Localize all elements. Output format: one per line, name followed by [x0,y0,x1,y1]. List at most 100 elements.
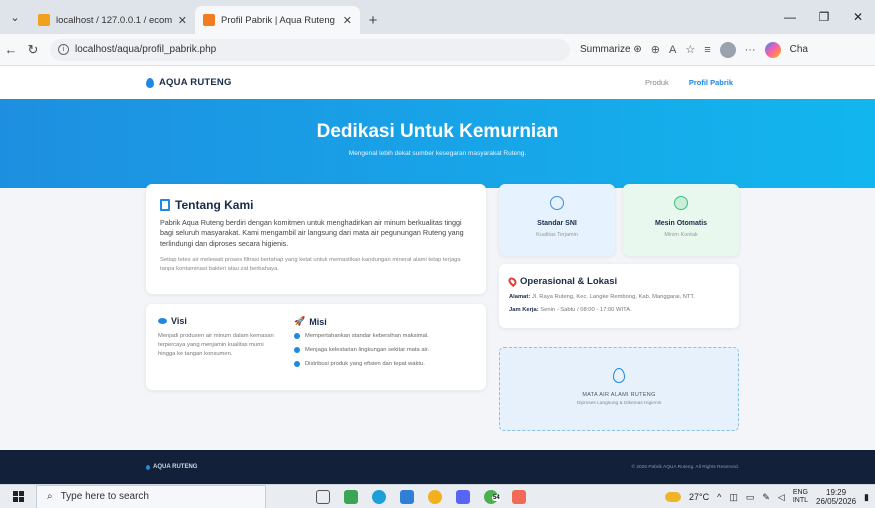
weather-icon[interactable] [664,492,681,502]
minimize-icon[interactable]: — [773,0,807,34]
footer-copyright: © 2026 Pabrik AQUA Ruteng. All Rights Re… [631,465,739,470]
rocket-icon: 🚀 [294,316,306,326]
site-favicon-icon [203,14,215,26]
mission-section: 🚀 Misi Mempertahankan standar kebersihan… [294,316,479,375]
vscode-icon[interactable] [400,489,414,504]
window-controls: — ❐ ✕ [773,0,875,34]
phpmyadmin-icon [38,14,50,26]
nav-links: Produk Profil Pabrik [645,78,733,87]
about-title: Tentang Kami [160,198,472,212]
about-paragraph: Pabrik Aqua Ruteng berdiri dengan komitm… [160,218,464,248]
site-brand[interactable]: AQUA RUTENG [146,77,232,88]
reload-icon[interactable]: ↻ [22,42,44,58]
notification-icon[interactable]: ▮ [864,492,869,503]
language-primary: ENG [792,488,808,496]
feature-subtitle: Minim Kontak [664,232,698,238]
summarize-button[interactable]: Summarize ⊛ [580,44,642,55]
language-secondary: INTL [792,497,808,504]
search-placeholder: Type here to search [60,491,149,502]
taskbar-clock[interactable]: 19:29 26/05/2026 [816,488,856,506]
site-footer: AQUA RUTENG © 2026 Pabrik AQUA Ruteng. A… [0,450,875,484]
back-arrow-icon[interactable]: ← [0,42,22,57]
tray-chevron-icon[interactable]: ^ [717,492,721,502]
pen-icon[interactable]: ✎ [762,492,770,503]
whatsapp-icon[interactable]: 54 [484,489,501,504]
copilot-label[interactable]: Cha [790,44,808,55]
footer-brand: AQUA RUTENG [146,464,197,470]
favorites-list-icon[interactable]: ≡ [704,44,710,56]
url-input[interactable]: i localhost/aqua/profil_pabrik.php [50,38,570,61]
address-value: Jl. Raya Ruteng, Kec. Langke Rembong, Ka… [531,294,695,300]
taskbar-apps: 54 [316,489,526,504]
page-viewport: AQUA RUTENG Produk Profil Pabrik Dedikas… [0,66,875,484]
operations-card: Operasional & Lokasi Alamat: Jl. Raya Ru… [499,264,739,328]
feature-title: Standar SNI [537,220,577,227]
tab-title: localhost / 127.0.0.1 / ecommerce [56,14,172,26]
location-pin-icon [506,275,519,288]
feature-subtitle: Kualitas Terjamin [536,232,578,238]
battery-icon[interactable]: ▭ [746,492,755,503]
restore-icon[interactable]: ❐ [807,0,841,34]
eye-icon [158,318,167,324]
water-drop-icon [146,464,150,470]
temperature-text[interactable]: 27°C [689,492,709,502]
address-label: Alamat: [509,294,531,300]
list-item: Distribusi produk yang efisien dan tepat… [294,361,479,367]
start-button[interactable] [0,485,36,508]
language-indicator[interactable]: ENG INTL [793,489,808,505]
nav-link-profil-pabrik[interactable]: Profil Pabrik [689,78,733,87]
mission-list: Mempertahankan standar kebersihan maksim… [294,333,479,367]
water-drop-icon [146,77,154,88]
copilot-icon[interactable] [764,41,781,58]
summarize-label: Summarize [580,44,631,55]
task-view-icon[interactable] [316,489,330,504]
network-icon[interactable]: ◫ [729,492,738,503]
mission-item-text: Menjaga kelestarian lingkungan sekitar m… [305,347,430,353]
browser-tab-profil-pabrik[interactable]: Profil Pabrik | Aqua Ruteng ✕ [195,6,360,34]
hours-row: Jam Kerja: Senin - Sabtu / 08:00 - 17:00… [509,307,729,313]
new-tab-button[interactable]: + [360,6,386,34]
more-options-icon[interactable]: ··· [745,44,756,56]
nav-link-produk[interactable]: Produk [645,78,669,87]
close-tab-icon[interactable]: ✕ [343,14,352,27]
mission-title-text: Misi [309,316,327,327]
feature-card-sni: Standar SNI Kualitas Terjamin [499,184,615,256]
check-icon [294,333,300,339]
vision-mission-card: Visi Menjadi produsen air minum dalam ke… [146,304,486,390]
tab-actions-chevron-icon[interactable]: ⌄ [0,0,30,34]
taskbar-search-input[interactable]: ⌕ Type here to search [36,484,266,508]
building-icon [160,199,170,211]
tab-title: Profil Pabrik | Aqua Ruteng [221,14,335,26]
app-icon[interactable] [512,489,526,504]
vision-title-text: Visi [171,316,187,326]
about-title-text: Tentang Kami [175,198,254,212]
browser-tab-phpmyadmin[interactable]: localhost / 127.0.0.1 / ecommerce ✕ [30,6,195,34]
vision-section: Visi Menjadi produsen air minum dalam ke… [158,316,278,359]
mission-item-text: Mempertahankan standar kebersihan maksim… [305,333,429,339]
favorite-star-icon[interactable]: ☆ [685,43,695,56]
gear-icon [674,196,688,210]
water-drop-icon [613,368,625,383]
vision-title: Visi [158,316,278,326]
site-info-icon[interactable]: i [58,44,69,55]
windows-taskbar: ⌕ Type here to search 54 27°C ^ ◫ ▭ ✎ ◁ … [0,484,875,508]
feature-card-mesin: Mesin Otomatis Minim Kontak [623,184,739,256]
brand-text: AQUA RUTENG [159,77,232,88]
chrome-icon[interactable] [428,489,442,504]
volume-icon[interactable]: ◁ [778,492,785,503]
read-aloud-icon[interactable]: A [669,44,676,56]
discord-icon[interactable] [456,489,470,504]
shield-icon [550,196,564,210]
zoom-icon[interactable]: ⊕ [651,43,660,56]
profile-avatar[interactable] [719,41,736,58]
xampp-icon[interactable] [344,489,358,504]
url-text: localhost/aqua/profil_pabrik.php [75,44,217,55]
edge-icon[interactable] [372,489,386,504]
feature-title: Mesin Otomatis [654,220,708,227]
system-tray: 27°C ^ ◫ ▭ ✎ ◁ ENG INTL 19:29 26/05/2026… [664,485,875,508]
mission-title: 🚀 Misi [294,316,479,327]
spring-title: MATA AIR ALAMI RUTENG [582,392,656,398]
close-tab-icon[interactable]: ✕ [178,14,187,27]
clock-date: 26/05/2026 [816,497,857,506]
close-window-icon[interactable]: ✕ [841,0,875,34]
